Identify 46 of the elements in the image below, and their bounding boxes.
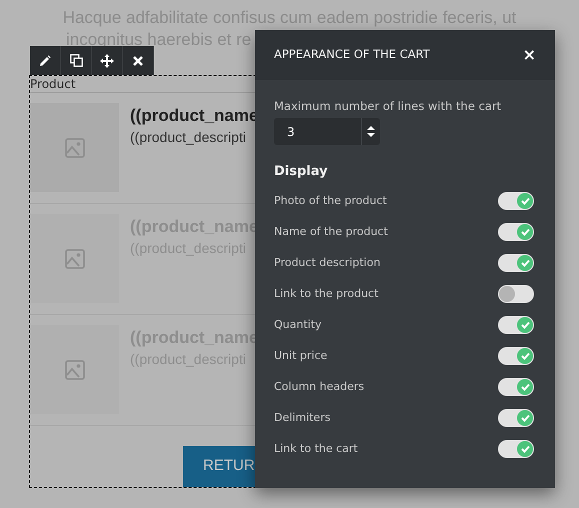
- spinner-icon[interactable]: [367, 125, 375, 138]
- check-icon: [520, 259, 530, 268]
- product-description: ((product_descripti: [130, 128, 247, 147]
- check-icon: [520, 197, 530, 206]
- toggle-switch[interactable]: [498, 347, 534, 366]
- check-icon: [520, 414, 530, 422]
- field-label: Maximum number of lines with the cart: [274, 98, 502, 115]
- return-button[interactable]: RETUR: [183, 446, 255, 487]
- toggle-switch[interactable]: [498, 192, 534, 210]
- option-label: Link to the product: [274, 286, 378, 302]
- option-label: Quantity: [274, 317, 322, 333]
- option-label: Delimiters: [274, 410, 330, 426]
- check-icon: [520, 228, 530, 236]
- option-label: Name of the product: [274, 224, 388, 240]
- toggle-switch[interactable]: [498, 440, 534, 458]
- check-icon: [520, 445, 530, 454]
- toggle-switch[interactable]: [498, 409, 534, 428]
- check-icon: [520, 352, 530, 360]
- close-icon: [133, 56, 143, 66]
- image-icon: [64, 138, 84, 158]
- option-label: Unit price: [274, 348, 328, 364]
- panel-title: APPEARANCE OF THE CART: [274, 46, 430, 64]
- toggle-switch[interactable]: [498, 223, 534, 242]
- option-label: Column headers: [274, 379, 364, 395]
- toolbar-button[interactable]: [30, 46, 61, 75]
- move-icon: [100, 54, 114, 68]
- toggle-switch[interactable]: [498, 285, 534, 304]
- close-button[interactable]: ×: [522, 47, 536, 63]
- option-label: Product description: [274, 255, 380, 271]
- toolbar-button[interactable]: [123, 46, 154, 75]
- toggle-switch[interactable]: [498, 316, 534, 334]
- toggle-switch[interactable]: [498, 254, 534, 272]
- toolbar-button[interactable]: [61, 46, 92, 75]
- section-heading: Display: [274, 163, 329, 182]
- number-field[interactable]: 3: [274, 118, 380, 146]
- column-header: Product: [30, 78, 76, 90]
- image-icon: [64, 248, 84, 268]
- image-icon: [64, 360, 84, 380]
- check-icon: [520, 383, 530, 392]
- copy-icon: [70, 54, 82, 67]
- check-icon: [520, 321, 530, 330]
- pencil-icon: [39, 54, 51, 66]
- option-label: Link to the cart: [274, 441, 358, 457]
- option-label: Photo of the product: [274, 193, 387, 209]
- toggle-switch[interactable]: [498, 378, 534, 396]
- toolbar-button[interactable]: [92, 46, 123, 75]
